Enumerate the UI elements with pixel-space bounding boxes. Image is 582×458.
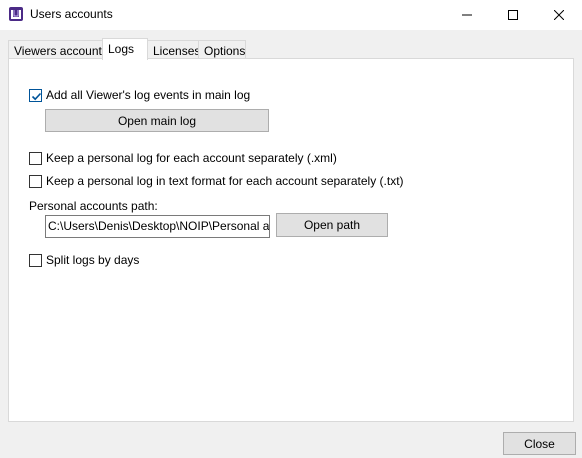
add-all-events-label: Add all Viewer's log events in main log <box>46 88 251 102</box>
personal-path-label: Personal accounts path: <box>29 199 158 213</box>
add-all-events-option[interactable]: Add all Viewer's log events in main log <box>29 88 250 102</box>
minimize-icon <box>462 14 472 16</box>
logs-panel: Add all Viewer's log events in main log … <box>8 58 574 422</box>
tab-label: Licenses <box>153 44 201 58</box>
tab-label: Options <box>204 44 246 58</box>
split-by-days-checkbox[interactable] <box>29 253 42 267</box>
personal-log-xml-label: Keep a personal log for each account sep… <box>46 151 337 165</box>
open-path-label: Open path <box>303 218 361 232</box>
app-icon <box>8 6 24 22</box>
open-path-button[interactable]: Open path <box>276 213 388 237</box>
open-main-log-button[interactable]: Open main log <box>45 109 269 132</box>
open-main-log-label: Open main log <box>117 113 197 128</box>
maximize-icon <box>508 10 518 20</box>
split-by-days-label: Split logs by days <box>46 253 140 267</box>
personal-log-txt-checkbox[interactable] <box>29 174 42 188</box>
personal-path-value: C:\Users\Denis\Desktop\NOIP\Personal acc… <box>48 219 270 233</box>
title-bar: Users accounts <box>0 0 582 30</box>
tab-options[interactable]: Options <box>198 40 246 59</box>
add-all-events-checkbox[interactable] <box>29 88 42 102</box>
maximize-button[interactable] <box>490 0 536 30</box>
tab-logs[interactable]: Logs <box>102 38 148 60</box>
tab-strip: Viewers accounts Logs Licenses Options <box>8 38 574 60</box>
close-button-label: Close <box>524 436 555 451</box>
personal-log-xml-checkbox[interactable] <box>29 151 42 165</box>
tab-label: Viewers accounts <box>14 44 108 58</box>
tab-licenses[interactable]: Licenses <box>147 40 201 59</box>
personal-path-input[interactable]: C:\Users\Denis\Desktop\NOIP\Personal acc… <box>45 215 270 238</box>
personal-log-txt-label: Keep a personal log in text format for e… <box>46 174 404 188</box>
checkmark-icon <box>31 92 42 100</box>
minimize-button[interactable] <box>444 0 490 30</box>
close-icon <box>554 10 564 20</box>
split-by-days-option[interactable]: Split logs by days <box>29 253 139 267</box>
window-title: Users accounts <box>30 7 113 21</box>
tab-viewers-accounts[interactable]: Viewers accounts <box>8 40 108 59</box>
personal-log-txt-option[interactable]: Keep a personal log in text format for e… <box>29 174 404 188</box>
personal-log-xml-option[interactable]: Keep a personal log for each account sep… <box>29 151 337 165</box>
close-button[interactable]: Close <box>503 432 576 455</box>
close-window-button[interactable] <box>536 0 582 30</box>
tab-label: Logs <box>108 42 135 56</box>
